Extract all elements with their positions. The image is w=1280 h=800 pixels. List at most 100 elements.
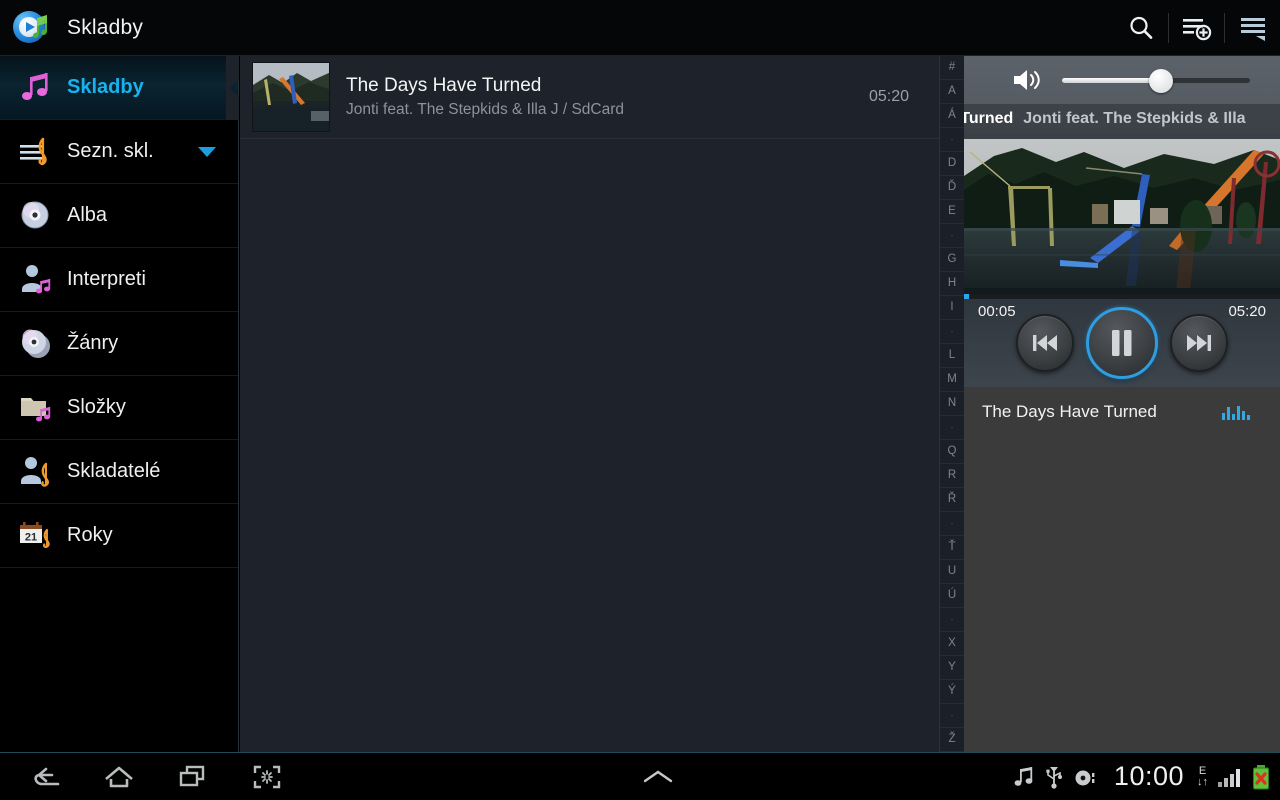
- alpha-index-N[interactable]: N: [940, 392, 964, 416]
- elapsed-time: 00:05: [978, 303, 1016, 320]
- sidebar-item-skladatele[interactable]: Skladatelé: [0, 440, 238, 504]
- artist-icon: [17, 261, 55, 299]
- skip-previous-icon: [1033, 335, 1057, 351]
- folder-music-icon: [17, 389, 55, 427]
- track-list: The Days Have Turned Jonti feat. The Ste…: [240, 56, 939, 752]
- list-item[interactable]: The Days Have Turned: [964, 387, 1280, 437]
- alpha-index-M[interactable]: M: [940, 368, 964, 392]
- page-title: Skladby: [67, 15, 144, 39]
- system-navigation-bar: 10:00 E ↓↑: [0, 752, 1280, 800]
- action-bar-actions: [1113, 0, 1280, 56]
- volume-fill: [1062, 78, 1162, 83]
- home-button[interactable]: [82, 753, 156, 800]
- marquee-title: ve Turned: [964, 110, 1014, 127]
- track-duration: 05:20: [868, 88, 909, 105]
- overflow-menu-button[interactable]: [1225, 0, 1280, 56]
- album-art-thumbnail: [252, 62, 330, 132]
- overflow-menu-icon: [1240, 17, 1265, 41]
- next-button[interactable]: [1170, 314, 1228, 372]
- volume-up-icon[interactable]: [1012, 67, 1046, 93]
- sidebar-item-sezn-skl[interactable]: Sezn. skl.: [0, 120, 238, 184]
- network-type-indicator: E ↓↑: [1197, 764, 1208, 788]
- alpha-index-Ť[interactable]: Ť: [940, 536, 964, 560]
- alpha-index-separator-15[interactable]: ·: [940, 416, 964, 440]
- disc-status-icon: [1073, 766, 1097, 788]
- sidebar-item-label: Skladatelé: [67, 460, 161, 482]
- alpha-index-Ú[interactable]: Ú: [940, 584, 964, 608]
- alpha-index-D[interactable]: D: [940, 152, 964, 176]
- queue-item-title: The Days Have Turned: [982, 402, 1157, 421]
- alpha-index-Ý[interactable]: Ý: [940, 680, 964, 704]
- alpha-index-E[interactable]: E: [940, 200, 964, 224]
- alphabet-index-scrollbar[interactable]: # A Á · D Ď E · G H I · L M N · Q R Ř · Ť U Ú · X Y Ý · Ž: [939, 56, 964, 752]
- screenshot-icon: [253, 765, 281, 788]
- disc-icon: [17, 197, 55, 235]
- transport-controls: 00:05 05:20: [964, 299, 1280, 387]
- composer-icon: [17, 453, 55, 491]
- sidebar-item-roky[interactable]: 21 Roky: [0, 504, 238, 568]
- alpha-index-separator-11[interactable]: ·: [940, 320, 964, 344]
- skip-next-icon: [1187, 335, 1211, 351]
- alpha-index-#[interactable]: #: [940, 56, 964, 80]
- video-thumbnail[interactable]: [964, 134, 1280, 294]
- alpha-index-Ď[interactable]: Ď: [940, 176, 964, 200]
- action-bar: Skladby: [0, 0, 1280, 56]
- alpha-index-Á[interactable]: Á: [940, 104, 964, 128]
- alpha-index-G[interactable]: G: [940, 248, 964, 272]
- sidebar-item-zanry[interactable]: Žánry: [0, 312, 238, 376]
- alpha-index-Y[interactable]: Y: [940, 656, 964, 680]
- alpha-index-R[interactable]: R: [940, 464, 964, 488]
- alpha-index-I[interactable]: I: [940, 296, 964, 320]
- back-button[interactable]: [8, 753, 82, 800]
- alpha-index-A[interactable]: A: [940, 80, 964, 104]
- alpha-index-separator-7[interactable]: ·: [940, 224, 964, 248]
- search-button[interactable]: [1113, 0, 1168, 56]
- selection-notch-icon: [226, 56, 239, 120]
- alpha-index-separator-23[interactable]: ·: [940, 608, 964, 632]
- add-to-playlist-button[interactable]: [1169, 0, 1224, 56]
- marquee-track-info: ve Turned Jonti feat. The Stepkids & Ill…: [964, 104, 1280, 134]
- volume-bar: [964, 56, 1280, 104]
- alpha-index-L[interactable]: L: [940, 344, 964, 368]
- sidebar-item-label: Složky: [67, 396, 126, 418]
- sidebar-item-skladby[interactable]: Skladby: [0, 56, 239, 120]
- battery-error-icon: [1252, 764, 1270, 790]
- alpha-index-U[interactable]: U: [940, 560, 964, 584]
- sidebar-item-label: Interpreti: [67, 268, 146, 290]
- sidebar-item-interpreti[interactable]: Interpreti: [0, 248, 238, 312]
- alpha-index-separator-19[interactable]: ·: [940, 512, 964, 536]
- home-icon: [105, 766, 133, 787]
- recents-button[interactable]: [156, 753, 230, 800]
- table-row[interactable]: The Days Have Turned Jonti feat. The Ste…: [240, 56, 939, 139]
- usb-icon: [1044, 765, 1064, 789]
- screenshot-button[interactable]: [230, 753, 304, 800]
- alpha-index-H[interactable]: H: [940, 272, 964, 296]
- svg-text:21: 21: [25, 531, 37, 543]
- alpha-index-Q[interactable]: Q: [940, 440, 964, 464]
- status-bar-icons[interactable]: 10:00 E ↓↑: [1013, 761, 1270, 792]
- alpha-index-separator-3[interactable]: ·: [940, 128, 964, 152]
- expand-status-button[interactable]: [304, 767, 1013, 787]
- sidebar-item-label: Skladby: [67, 76, 144, 98]
- alpha-index-X[interactable]: X: [940, 632, 964, 656]
- signal-bars-icon: [1217, 766, 1243, 788]
- alpha-index-Ž[interactable]: Ž: [940, 728, 964, 752]
- sidebar-item-alba[interactable]: Alba: [0, 184, 238, 248]
- sidebar-item-slozky[interactable]: Složky: [0, 376, 238, 440]
- search-icon: [1129, 16, 1152, 39]
- volume-knob[interactable]: [1148, 69, 1173, 93]
- play-pause-button[interactable]: [1086, 307, 1158, 379]
- alpha-index-separator-27[interactable]: ·: [940, 704, 964, 728]
- music-player-screen: Skladby Skladby Sezn. skl. Alba Interpre…: [0, 0, 1280, 800]
- previous-button[interactable]: [1016, 314, 1074, 372]
- recents-icon: [179, 765, 205, 786]
- now-playing-panel: ve Turned Jonti feat. The Stepkids & Ill…: [964, 56, 1280, 752]
- network-label: E: [1198, 764, 1207, 777]
- alpha-index-Ř[interactable]: Ř: [940, 488, 964, 512]
- playlist-clef-icon: [17, 133, 55, 171]
- music-note-icon: [17, 69, 55, 107]
- pause-icon: [1112, 330, 1132, 356]
- sidebar-item-label: Žánry: [67, 332, 119, 354]
- volume-slider[interactable]: [1062, 67, 1250, 93]
- chevron-down-icon[interactable]: [198, 146, 216, 157]
